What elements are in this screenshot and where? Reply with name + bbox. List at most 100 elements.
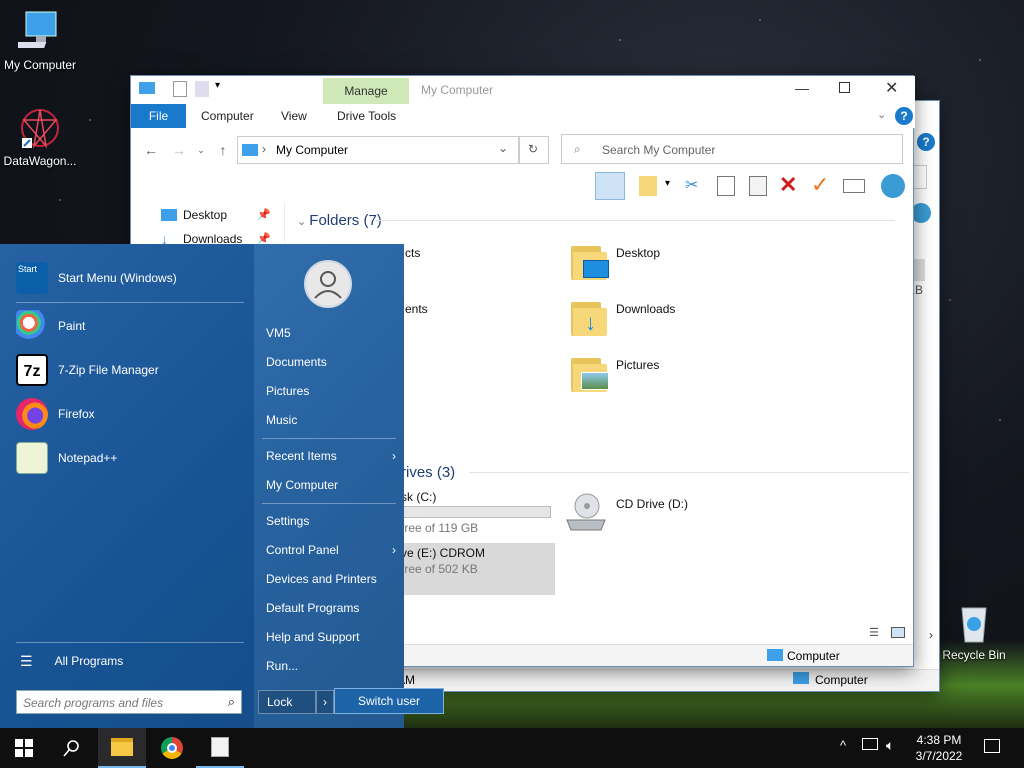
program-paint[interactable]: Paint (16, 306, 85, 346)
tab-view[interactable]: View (281, 104, 307, 128)
program-notepadpp[interactable]: Notepad++ (16, 438, 117, 478)
taskbar-file-explorer[interactable] (98, 728, 146, 768)
cd-drive-icon[interactable] (565, 492, 607, 534)
ribbon-expand-icon[interactable]: ⌄ (877, 108, 886, 121)
tab-manage[interactable]: Manage (323, 78, 409, 104)
firefox-icon (16, 398, 48, 430)
cut-icon[interactable]: ✂ (685, 175, 698, 195)
pin-icon[interactable]: 📌 (257, 208, 271, 221)
close-button[interactable]: ✕ (885, 78, 898, 98)
lock-button[interactable]: Lock (258, 690, 316, 714)
place-my-computer[interactable]: My Computer (266, 474, 396, 496)
status-text: Computer (815, 673, 868, 687)
tab-file[interactable]: File (131, 104, 186, 128)
dropdown-icon[interactable]: ▾ (665, 178, 670, 189)
switch-user-menu-item[interactable]: Switch user (334, 688, 444, 714)
tab-drive-tools[interactable]: Drive Tools (337, 104, 396, 128)
folder-label-desktop[interactable]: Desktop (616, 246, 660, 260)
clock-date: 3/7/2022 (915, 749, 963, 763)
folders-section-header[interactable]: ⌄ Folders (7) (297, 212, 382, 229)
place-recent-items[interactable]: Recent Items › (266, 445, 396, 467)
back-icon[interactable]: ← (139, 138, 163, 162)
maximize-button[interactable] (839, 82, 850, 93)
search-input[interactable]: ⌕ Search My Computer (561, 134, 903, 164)
notifications-icon[interactable] (984, 739, 1000, 753)
desktop-icon-recycle-bin[interactable]: Recycle Bin (934, 600, 1014, 662)
network-icon[interactable] (862, 738, 878, 750)
list-icon: ☰ (20, 652, 33, 669)
folder-label-pictures[interactable]: Pictures (616, 358, 659, 372)
place-pictures[interactable]: Pictures (266, 380, 396, 402)
drive-label-c[interactable]: sk (C:) (401, 490, 436, 504)
program-start-menu[interactable]: Start Start Menu (Windows) (16, 258, 177, 298)
folder-pictures[interactable] (571, 354, 609, 392)
large-icons-view-icon[interactable] (891, 627, 905, 638)
start-menu[interactable]: Start Start Menu (Windows) Paint 7z 7-Zi… (0, 244, 404, 728)
new-folder-icon[interactable] (195, 81, 209, 97)
section-title: Folders (7) (309, 212, 382, 229)
place-user[interactable]: VM5 (266, 322, 396, 344)
avatar[interactable] (304, 260, 352, 308)
all-programs-button[interactable]: ☰ All Programs (20, 650, 123, 672)
search-icon: ⌕ (574, 142, 581, 156)
tab-computer[interactable]: Computer (201, 104, 254, 128)
folder-label[interactable]: ents (405, 302, 428, 316)
toolbar: ▾ ✂ ✕ ✓ (595, 172, 911, 200)
address-dropdown-icon[interactable]: ⌄ (498, 141, 508, 155)
breadcrumb-chevron-icon[interactable]: › (262, 142, 266, 156)
volume-icon[interactable]: 🔈︎ (886, 737, 894, 754)
paste-icon[interactable] (749, 176, 767, 196)
drive-label-e[interactable]: ve (E:) CDROM (401, 546, 485, 560)
show-hidden-icons-icon[interactable]: ^ (840, 738, 846, 753)
place-devices-printers[interactable]: Devices and Printers (266, 568, 396, 590)
place-default-programs[interactable]: Default Programs (266, 597, 396, 619)
nav-item-desktop[interactable]: Desktop (161, 204, 227, 226)
desktop-icon-my-computer[interactable]: My Computer (0, 10, 80, 72)
start-search-input[interactable]: Search programs and files ⌕ (16, 690, 242, 714)
details-view-icon[interactable]: ☰ (869, 626, 879, 639)
desktop-icon-datawagon[interactable]: DataWagon... (0, 106, 80, 168)
folder-downloads[interactable]: ↓ (571, 298, 607, 336)
up-icon[interactable]: ↑ (211, 138, 235, 162)
taskbar-search-button[interactable] (48, 728, 96, 768)
qat-dropdown-icon[interactable]: ▾ (215, 80, 220, 91)
power-options-button[interactable]: › (316, 690, 334, 714)
refresh-button[interactable]: ↻ (519, 136, 549, 164)
folder-desktop[interactable] (571, 242, 609, 280)
folder-options-icon[interactable] (639, 176, 657, 196)
drives-section-header[interactable]: rives (3) (401, 464, 455, 481)
place-settings[interactable]: Settings (266, 510, 396, 532)
clock[interactable]: 4:38 PM 3/7/2022 (908, 732, 970, 764)
help-icon[interactable]: ? (895, 107, 913, 125)
program-7zip[interactable]: 7z 7-Zip File Manager (16, 350, 159, 390)
address-bar[interactable]: › My Computer ⌄ (237, 136, 519, 164)
scroll-right-icon[interactable]: › (929, 628, 933, 642)
taskbar-chrome[interactable] (148, 728, 196, 768)
drive-label-d[interactable]: CD Drive (D:) (616, 497, 688, 511)
forward-icon[interactable]: → (167, 138, 191, 162)
minimize-button[interactable]: — (795, 80, 809, 96)
recent-dropdown-icon[interactable]: ⌄ (189, 138, 213, 162)
preview-pane-icon[interactable] (595, 172, 625, 200)
rename-icon[interactable] (843, 179, 865, 193)
computer-icon (793, 672, 809, 684)
delete-icon[interactable]: ✕ (779, 172, 797, 198)
globe-icon[interactable] (911, 203, 931, 223)
folder-label[interactable]: cts (405, 246, 420, 260)
globe-icon[interactable] (881, 174, 905, 198)
check-icon[interactable]: ✓ (811, 172, 829, 198)
taskbar-app[interactable] (196, 728, 244, 768)
folder-label-downloads[interactable]: Downloads (616, 302, 675, 316)
place-documents[interactable]: Documents (266, 351, 396, 373)
place-control-panel[interactable]: Control Panel › (266, 539, 396, 561)
place-music[interactable]: Music (266, 409, 396, 431)
program-firefox[interactable]: Firefox (16, 394, 95, 434)
place-help-support[interactable]: Help and Support (266, 626, 396, 648)
start-button[interactable] (0, 728, 48, 768)
place-run[interactable]: Run... (266, 655, 396, 677)
computer-icon (242, 144, 258, 156)
copy-icon[interactable] (717, 176, 735, 196)
help-icon[interactable]: ? (917, 133, 935, 151)
properties-icon[interactable] (173, 81, 187, 97)
chrome-icon (161, 737, 183, 759)
